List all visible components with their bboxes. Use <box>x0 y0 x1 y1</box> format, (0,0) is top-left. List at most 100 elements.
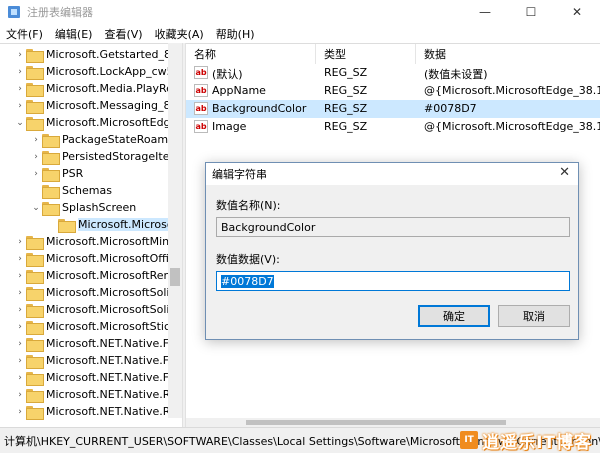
tree-item[interactable]: Schemas <box>30 182 112 199</box>
chevron-down-icon[interactable]: ⌄ <box>14 118 26 128</box>
chevron-right-icon[interactable]: › <box>14 339 26 349</box>
chevron-right-icon[interactable]: › <box>14 390 26 400</box>
tree-item[interactable]: › Microsoft.Media.PlayRea <box>14 80 180 97</box>
values-horizontal-scrollbar[interactable] <box>186 418 600 427</box>
value-name: Image <box>212 120 247 133</box>
string-value-icon: ab <box>194 102 208 115</box>
chevron-right-icon[interactable]: › <box>14 254 26 264</box>
value-data: @{Microsoft.MicrosoftEdge_38.143 <box>424 84 600 97</box>
folder-icon <box>58 218 76 233</box>
tree-item-label: Microsoft.MicrosoftEdge <box>46 116 178 129</box>
value-row[interactable]: ab AppName REG_SZ @{Microsoft.MicrosoftEdge… <box>186 82 600 100</box>
chevron-right-icon[interactable]: › <box>14 373 26 383</box>
folder-icon <box>26 405 44 420</box>
tree-item[interactable]: › PersistedStorageItem <box>30 148 180 165</box>
folder-icon <box>26 388 44 403</box>
tree-item[interactable]: Microsoft.Microso <box>46 216 174 233</box>
value-data-input[interactable]: #0078D7 <box>216 271 570 291</box>
window-title: 注册表编辑器 <box>27 6 93 19</box>
tree-item[interactable]: › PSR <box>30 165 83 182</box>
tree-item[interactable]: › Microsoft.Messaging_8w <box>14 97 180 114</box>
tree-item-label: Microsoft.MicrosoftStick <box>46 320 177 333</box>
chevron-right-icon[interactable]: › <box>14 67 26 77</box>
chevron-right-icon[interactable]: › <box>30 169 42 179</box>
menu-help[interactable]: 帮助(H) <box>210 26 261 42</box>
column-header-data[interactable]: 数据 <box>416 44 600 64</box>
tree-item-label: Microsoft.MicrosoftRem <box>46 269 175 282</box>
tree-item[interactable]: › Microsoft.NET.Native.Fra <box>14 352 180 369</box>
tree-item[interactable]: › Microsoft.MicrosoftRem <box>14 267 174 284</box>
chevron-right-icon[interactable]: › <box>14 50 26 60</box>
scrollbar-thumb[interactable] <box>170 268 180 286</box>
value-name: BackgroundColor <box>212 102 307 115</box>
tree-item-label: Microsoft.NET.Native.Fra <box>46 337 180 350</box>
tree-item[interactable]: ⌄ Microsoft.MicrosoftEdge <box>14 114 177 131</box>
tree-item[interactable]: › Microsoft.MicrosoftMine <box>14 233 176 250</box>
value-name: AppName <box>212 84 266 97</box>
folder-icon <box>26 82 44 97</box>
column-header-type[interactable]: 类型 <box>316 44 416 64</box>
menu-favorites[interactable]: 收藏夹(A) <box>149 26 210 42</box>
title-bar: 注册表编辑器 — ☐ ✕ <box>0 0 600 24</box>
tree-item-label: Schemas <box>62 184 112 197</box>
folder-icon <box>26 252 44 267</box>
folder-icon <box>26 269 44 284</box>
chevron-right-icon[interactable]: › <box>14 237 26 247</box>
chevron-right-icon[interactable]: › <box>14 322 26 332</box>
dialog-title: 编辑字符串 <box>212 168 267 181</box>
value-row[interactable]: ab BackgroundColor REG_SZ #0078D7 <box>186 100 600 118</box>
selected-text: #0078D7 <box>221 275 274 288</box>
tree-item[interactable]: › Microsoft.MicrosoftOffic <box>14 250 175 267</box>
menu-view[interactable]: 查看(V) <box>98 26 148 42</box>
value-row[interactable]: ab Image REG_SZ @{Microsoft.MicrosoftEdge_3… <box>186 118 600 136</box>
value-type: REG_SZ <box>324 120 368 133</box>
chevron-right-icon[interactable]: › <box>30 135 42 145</box>
folder-icon <box>42 184 60 199</box>
ok-button[interactable]: 确定 <box>418 305 490 327</box>
chevron-right-icon[interactable]: › <box>14 84 26 94</box>
tree-item-label: Microsoft.Messaging_8w <box>46 99 180 112</box>
scrollbar-thumb[interactable] <box>246 420 506 425</box>
string-value-icon: ab <box>194 66 208 79</box>
value-row[interactable]: ab (默认) REG_SZ (数值未设置) <box>186 64 600 82</box>
chevron-down-icon[interactable]: ⌄ <box>30 203 42 213</box>
tree-item[interactable]: ⌄ SplashScreen <box>30 199 136 216</box>
menu-bar: 文件(F) 编辑(E) 查看(V) 收藏夹(A) 帮助(H) <box>0 24 600 43</box>
chevron-right-icon[interactable]: › <box>14 356 26 366</box>
chevron-right-icon[interactable]: › <box>14 305 26 315</box>
tree-item[interactable]: › Microsoft.MicrosoftSolit <box>14 284 174 301</box>
chevron-right-icon[interactable]: › <box>14 288 26 298</box>
tree-item[interactable]: › Microsoft.NET.Native.Fra <box>14 369 180 386</box>
tree-vertical-scrollbar[interactable] <box>168 43 182 418</box>
registry-tree[interactable]: › Microsoft.Getstarted_8w › Microsoft.LockA… <box>0 43 182 427</box>
tree-item-label: SplashScreen <box>62 201 137 214</box>
tree-item[interactable]: › Microsoft.Getstarted_8w <box>14 46 180 63</box>
folder-icon <box>42 133 60 148</box>
close-button[interactable]: ✕ <box>554 0 600 24</box>
value-name: (默认) <box>212 68 243 81</box>
value-data: @{Microsoft.MicrosoftEdge_38.143 <box>424 120 600 133</box>
tree-item[interactable]: › PackageStateRoamin <box>30 131 178 148</box>
tree-item[interactable]: › Microsoft.NET.Native.Ru <box>14 386 177 403</box>
cancel-button[interactable]: 取消 <box>498 305 570 327</box>
tree-item-label: PSR <box>62 167 84 180</box>
dialog-body: 数值名称(N): BackgroundColor 数值数据(V): #0078D… <box>206 185 578 339</box>
dialog-close-icon[interactable]: ✕ <box>559 165 570 180</box>
menu-edit[interactable]: 编辑(E) <box>49 26 99 42</box>
chevron-right-icon[interactable]: › <box>14 101 26 111</box>
menu-file[interactable]: 文件(F) <box>0 26 49 42</box>
tree-item[interactable]: › Microsoft.NET.Native.Fra <box>14 335 180 352</box>
chevron-right-icon[interactable]: › <box>14 407 26 417</box>
tree-item[interactable]: › Microsoft.MicrosoftStick <box>14 318 176 335</box>
tree-item[interactable]: › Microsoft.LockApp_cw5r <box>14 63 178 80</box>
column-header-name[interactable]: 名称 <box>186 44 316 64</box>
folder-icon <box>26 286 44 301</box>
maximize-button[interactable]: ☐ <box>508 0 554 24</box>
window-controls: — ☐ ✕ <box>462 0 600 24</box>
minimize-button[interactable]: — <box>462 0 508 24</box>
tree-item[interactable]: › Microsoft.NET.Native.Ru <box>14 403 177 420</box>
chevron-right-icon[interactable]: › <box>14 271 26 281</box>
chevron-right-icon[interactable]: › <box>30 152 42 162</box>
value-data: #0078D7 <box>424 102 477 115</box>
tree-item[interactable]: › Microsoft.MicrosoftSolita <box>14 301 181 318</box>
